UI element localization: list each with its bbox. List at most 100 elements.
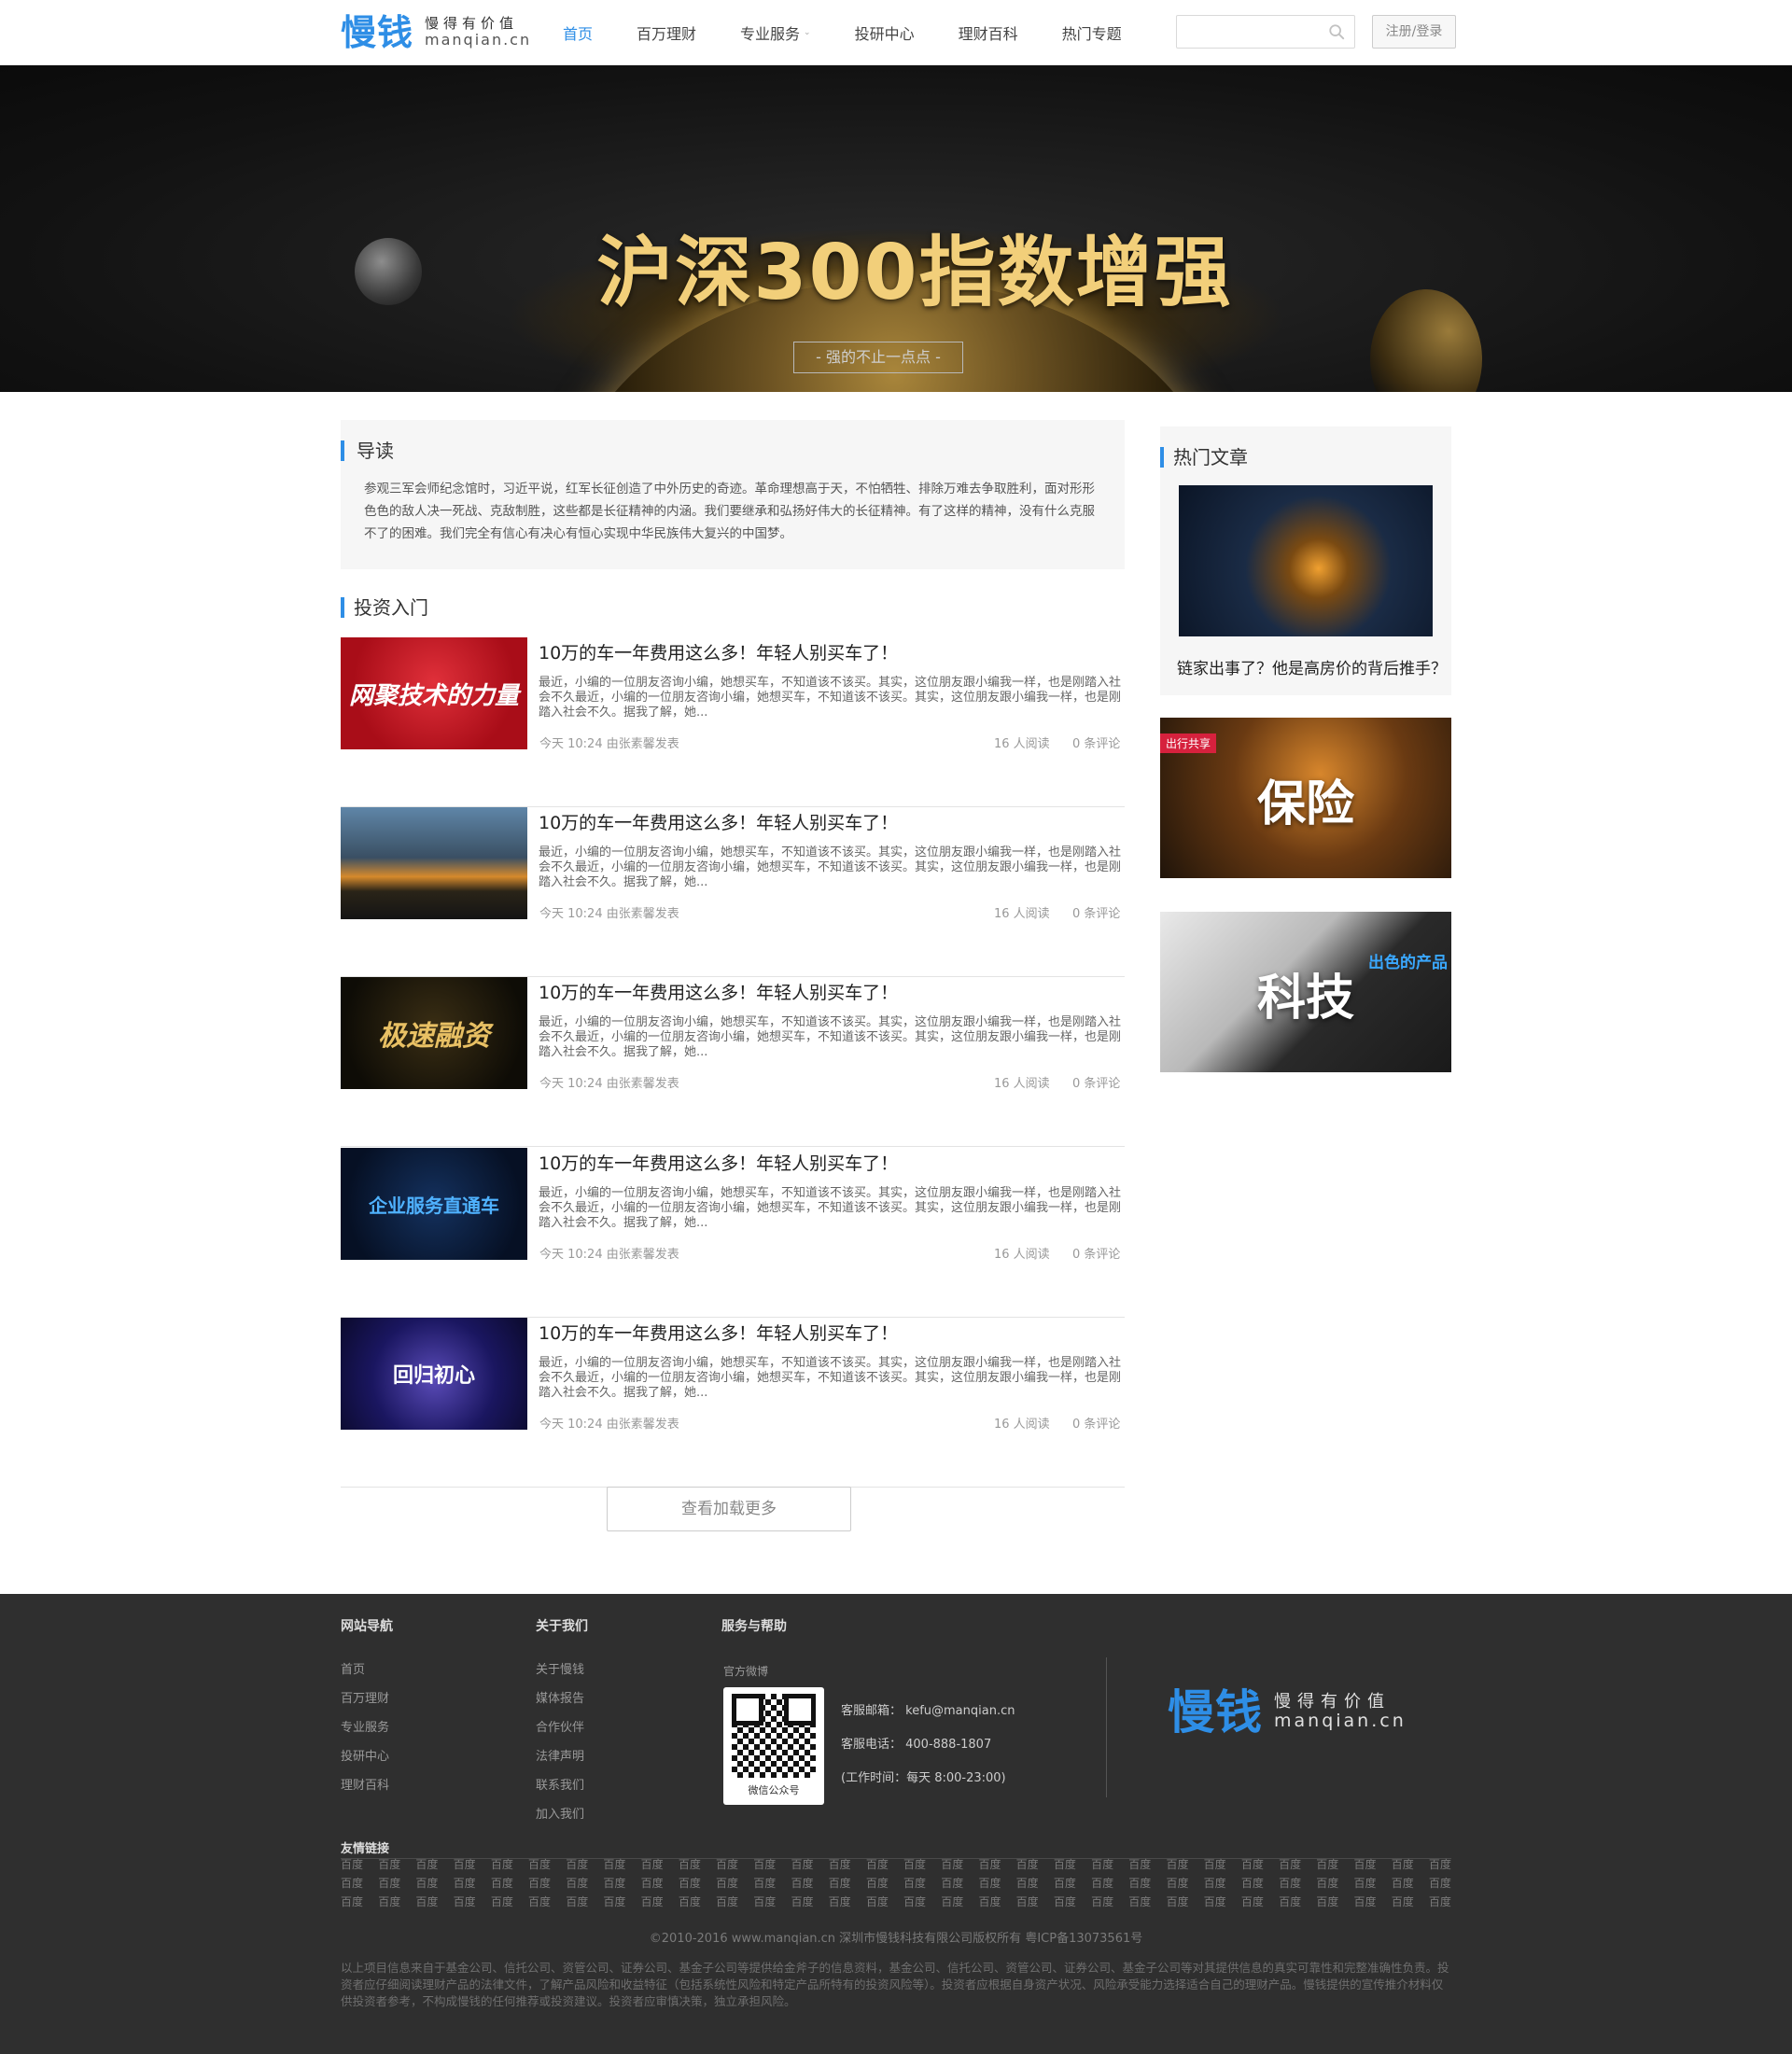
- friend-link[interactable]: 百度: [941, 1874, 963, 1893]
- list-item[interactable]: 网聚技术的力量 10万的车一年费用这么多！年轻人别买车了！ 最近，小编的一位朋友…: [341, 637, 1125, 807]
- footer-link[interactable]: 合作伙伴: [536, 1717, 588, 1735]
- friend-link[interactable]: 百度: [415, 1874, 438, 1893]
- article-title[interactable]: 10万的车一年费用这么多！年轻人别买车了！: [539, 979, 898, 1004]
- friend-link[interactable]: 百度: [1204, 1893, 1226, 1911]
- article-thumbnail[interactable]: 网聚技术的力量: [341, 637, 527, 749]
- friend-link[interactable]: 百度: [1241, 1874, 1264, 1893]
- friend-link[interactable]: 百度: [829, 1893, 851, 1911]
- article-thumbnail[interactable]: 极速融资: [341, 977, 527, 1089]
- hot-article-title[interactable]: 链家出事了？他是高房价的背后推手？: [1177, 655, 1447, 678]
- friend-link[interactable]: 百度: [791, 1855, 813, 1874]
- nav-million-finance[interactable]: 百万理财: [637, 21, 696, 44]
- friend-link[interactable]: 百度: [1392, 1893, 1414, 1911]
- friend-link[interactable]: 百度: [1166, 1874, 1188, 1893]
- friend-link[interactable]: 百度: [978, 1893, 1001, 1911]
- footer-link[interactable]: 法律声明: [536, 1746, 588, 1764]
- friend-link[interactable]: 百度: [1429, 1855, 1451, 1874]
- friend-link[interactable]: 百度: [978, 1855, 1001, 1874]
- footer-link[interactable]: 关于慢钱: [536, 1659, 588, 1677]
- list-item[interactable]: 回归初心 10万的车一年费用这么多！年轻人别买车了！ 最近，小编的一位朋友咨询小…: [341, 1318, 1125, 1488]
- footer-link[interactable]: 首页: [341, 1659, 393, 1677]
- friend-link[interactable]: 百度: [829, 1855, 851, 1874]
- friend-link[interactable]: 百度: [1166, 1893, 1188, 1911]
- friend-link[interactable]: 百度: [1353, 1874, 1376, 1893]
- friend-link[interactable]: 百度: [491, 1874, 513, 1893]
- friend-link[interactable]: 百度: [566, 1855, 588, 1874]
- article-title[interactable]: 10万的车一年费用这么多！年轻人别买车了！: [539, 639, 898, 664]
- nav-research-center[interactable]: 投研中心: [855, 21, 915, 44]
- hot-article-image[interactable]: [1179, 485, 1433, 636]
- friend-link[interactable]: 百度: [941, 1893, 963, 1911]
- friend-link[interactable]: 百度: [1016, 1893, 1039, 1911]
- friend-link[interactable]: 百度: [1128, 1855, 1151, 1874]
- friend-link[interactable]: 百度: [1091, 1893, 1113, 1911]
- footer-link[interactable]: 加入我们: [536, 1804, 588, 1822]
- load-more-button[interactable]: 查看加载更多: [607, 1487, 851, 1531]
- footer-link[interactable]: 百万理财: [341, 1688, 393, 1706]
- friend-link[interactable]: 百度: [454, 1893, 476, 1911]
- footer-link[interactable]: 联系我们: [536, 1775, 588, 1793]
- friend-link[interactable]: 百度: [1353, 1893, 1376, 1911]
- footer-link[interactable]: 投研中心: [341, 1746, 393, 1764]
- article-comments[interactable]: 0 条评论: [1072, 903, 1120, 921]
- friend-link[interactable]: 百度: [1429, 1893, 1451, 1911]
- article-title[interactable]: 10万的车一年费用这么多！年轻人别买车了！: [539, 1150, 898, 1175]
- friend-link[interactable]: 百度: [1353, 1855, 1376, 1874]
- friend-link[interactable]: 百度: [566, 1874, 588, 1893]
- friend-link[interactable]: 百度: [903, 1874, 926, 1893]
- search-input[interactable]: [1177, 16, 1317, 48]
- friend-link[interactable]: 百度: [753, 1874, 776, 1893]
- friend-link[interactable]: 百度: [791, 1893, 813, 1911]
- nav-finance-wiki[interactable]: 理财百科: [959, 21, 1018, 44]
- friend-link[interactable]: 百度: [679, 1855, 701, 1874]
- article-comments[interactable]: 0 条评论: [1072, 1244, 1120, 1262]
- friend-link[interactable]: 百度: [415, 1893, 438, 1911]
- friend-link[interactable]: 百度: [641, 1893, 664, 1911]
- friend-link[interactable]: 百度: [716, 1893, 738, 1911]
- list-item[interactable]: 极速融资 10万的车一年费用这么多！年轻人别买车了！ 最近，小编的一位朋友咨询小…: [341, 977, 1125, 1147]
- friend-link[interactable]: 百度: [679, 1874, 701, 1893]
- friend-link[interactable]: 百度: [679, 1893, 701, 1911]
- list-item[interactable]: 10万的车一年费用这么多！年轻人别买车了！ 最近，小编的一位朋友咨询小编，她想买…: [341, 807, 1125, 977]
- friend-link[interactable]: 百度: [1204, 1874, 1226, 1893]
- friend-link[interactable]: 百度: [1429, 1874, 1451, 1893]
- site-logo[interactable]: 慢钱 慢得有价值 manqian.cn: [341, 15, 563, 50]
- friend-link[interactable]: 百度: [978, 1874, 1001, 1893]
- register-login-button[interactable]: 注册/登录: [1372, 15, 1456, 49]
- article-thumbnail[interactable]: 回归初心: [341, 1318, 527, 1430]
- friend-link[interactable]: 百度: [1392, 1874, 1414, 1893]
- friend-link[interactable]: 百度: [1279, 1855, 1301, 1874]
- search-icon[interactable]: [1328, 23, 1345, 40]
- friend-link[interactable]: 百度: [941, 1855, 963, 1874]
- friend-link[interactable]: 百度: [603, 1893, 625, 1911]
- friend-link[interactable]: 百度: [528, 1874, 551, 1893]
- friend-link[interactable]: 百度: [566, 1893, 588, 1911]
- friend-link[interactable]: 百度: [415, 1855, 438, 1874]
- friend-link[interactable]: 百度: [1392, 1855, 1414, 1874]
- list-item[interactable]: 企业服务直通车 10万的车一年费用这么多！年轻人别买车了！ 最近，小编的一位朋友…: [341, 1148, 1125, 1318]
- friend-link[interactable]: 百度: [1054, 1893, 1076, 1911]
- friend-link[interactable]: 百度: [1204, 1855, 1226, 1874]
- friend-link[interactable]: 百度: [716, 1855, 738, 1874]
- friend-link[interactable]: 百度: [791, 1874, 813, 1893]
- friend-link[interactable]: 百度: [866, 1855, 889, 1874]
- friend-link[interactable]: 百度: [1054, 1874, 1076, 1893]
- nav-pro-services[interactable]: 专业服务 ⌄: [740, 21, 811, 44]
- weibo-link[interactable]: 官方微博: [723, 1663, 768, 1679]
- friend-link[interactable]: 百度: [378, 1855, 400, 1874]
- friend-link[interactable]: 百度: [491, 1855, 513, 1874]
- friend-link[interactable]: 百度: [1091, 1874, 1113, 1893]
- friend-link[interactable]: 百度: [528, 1893, 551, 1911]
- footer-link[interactable]: 理财百科: [341, 1775, 393, 1793]
- article-comments[interactable]: 0 条评论: [1072, 1073, 1120, 1091]
- friend-link[interactable]: 百度: [641, 1855, 664, 1874]
- friend-link[interactable]: 百度: [341, 1893, 363, 1911]
- friend-link[interactable]: 百度: [903, 1893, 926, 1911]
- friend-link[interactable]: 百度: [829, 1874, 851, 1893]
- article-comments[interactable]: 0 条评论: [1072, 734, 1120, 751]
- hero-banner[interactable]: 沪深300指数增强 - 强的不止一点点 -: [0, 65, 1792, 392]
- insurance-promo-banner[interactable]: 出行共享 保险: [1160, 718, 1451, 878]
- friend-link[interactable]: 百度: [1016, 1874, 1039, 1893]
- nav-home[interactable]: 首页: [563, 21, 593, 44]
- friend-link[interactable]: 百度: [753, 1855, 776, 1874]
